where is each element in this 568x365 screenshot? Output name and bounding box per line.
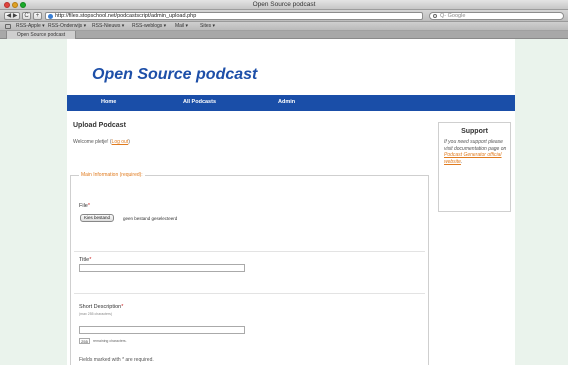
page-title: Upload Podcast	[73, 122, 126, 129]
window-title: Open Source podcast	[252, 1, 316, 8]
back-forward-button[interactable]: ◀ ▶	[4, 12, 20, 20]
title-label-text: Title	[79, 257, 90, 263]
field-divider	[74, 251, 425, 252]
short-description-input[interactable]	[79, 326, 245, 334]
support-description: If you need support please visit documen…	[444, 139, 507, 152]
nav-home-link[interactable]: Home	[101, 99, 116, 105]
remaining-characters-label: remaining characters.	[93, 339, 127, 343]
main-navigation: Home All Podcasts Admin	[67, 95, 515, 111]
file-label: File*	[79, 203, 90, 209]
short-description-required-mark: *	[121, 304, 124, 310]
file-label-text: File	[79, 203, 88, 209]
support-text: If you need support please visit documen…	[444, 139, 508, 165]
browser-toolbar: ◀ ▶ C + http://files.stopschool.net/podc…	[0, 10, 568, 22]
nav-admin-link[interactable]: Admin	[278, 99, 295, 105]
tab-strip: Open Source podcast	[0, 31, 568, 39]
file-status-text: geen bestand geselecteerd	[123, 216, 178, 221]
address-bar[interactable]: http://files.stopschool.net/podcastscrip…	[45, 12, 469, 20]
field-divider	[74, 293, 425, 294]
remaining-characters-counter: 255	[79, 338, 90, 344]
bookmark-sites[interactable]: Sites ▾	[200, 23, 215, 30]
nav-all-podcasts-link[interactable]: All Podcasts	[183, 99, 216, 105]
search-placeholder: Q- Google	[440, 13, 466, 19]
bookmarks-book-icon[interactable]	[5, 24, 11, 29]
fieldset-legend: Main Information (required):	[79, 172, 145, 178]
title-label: Title*	[79, 257, 91, 263]
title-input[interactable]	[79, 264, 245, 272]
bookmarks-bar: RSS-Apple ▾ RSS-Onderwijs ▾ RSS-Nieuws ▾…	[0, 22, 568, 31]
short-description-hint: (max 255 characters)	[79, 312, 113, 316]
tab-open-source-podcast[interactable]: Open Source podcast	[6, 31, 76, 39]
page-container: Open Source podcast Home All Podcasts Ad…	[67, 39, 515, 365]
welcome-message: Welcome pletje! (Log out)	[73, 139, 130, 145]
window-titlebar: Open Source podcast	[0, 0, 568, 10]
bookmark-rss-weblogs[interactable]: RSS-weblogs ▾	[132, 23, 166, 30]
short-description-label-text: Short Description	[79, 304, 122, 310]
bookmark-rss-apple[interactable]: RSS-Apple ▾	[16, 23, 45, 30]
required-fields-note: Fields marked with * are required.	[79, 357, 154, 363]
bookmark-rss-nieuws[interactable]: RSS-Nieuws ▾	[92, 23, 124, 30]
main-information-fieldset: Main Information (required): File* Kies …	[70, 172, 429, 365]
welcome-prefix: Welcome pletje! (	[73, 139, 112, 145]
logout-link[interactable]: Log out	[112, 139, 129, 145]
support-box: Support If you need support please visit…	[438, 122, 511, 212]
podcast-generator-link[interactable]: Podcast Generator official website	[444, 152, 502, 165]
support-text-end: .	[460, 158, 463, 165]
site-favicon-icon	[48, 14, 53, 19]
short-description-label: Short Description*	[79, 304, 123, 310]
choose-file-button[interactable]: Kies bestand	[80, 214, 115, 222]
welcome-suffix: )	[128, 139, 130, 145]
file-required-mark: *	[87, 203, 91, 209]
site-title[interactable]: Open Source podcast	[92, 66, 257, 84]
title-required-mark: *	[89, 257, 92, 263]
bookmark-mail[interactable]: Mail ▾	[175, 23, 188, 30]
bookmark-rss-onderwijs[interactable]: RSS-Onderwijs ▾	[48, 23, 86, 30]
add-bookmark-button[interactable]: +	[33, 12, 42, 20]
support-title: Support	[461, 128, 488, 135]
search-icon	[433, 14, 437, 18]
address-url[interactable]: http://files.stopschool.net/podcastscrip…	[55, 13, 196, 20]
search-field[interactable]: Q- Google	[429, 12, 564, 20]
reload-button[interactable]: C	[22, 12, 31, 20]
